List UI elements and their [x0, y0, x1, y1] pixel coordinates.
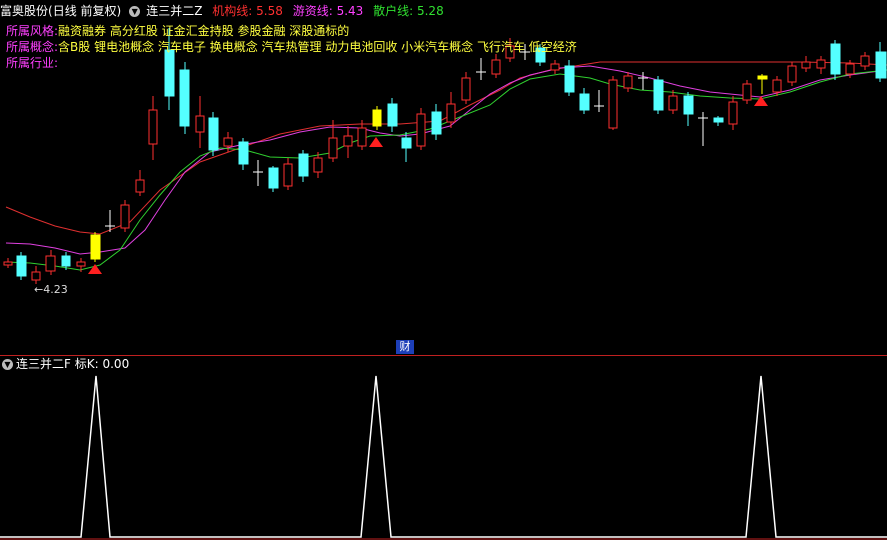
low-price-marker: ←4.23	[34, 283, 68, 296]
institution-line	[5, 61, 887, 235]
retail-line	[5, 69, 887, 271]
hotmoney-line	[5, 65, 887, 255]
hotmoney-line-label: 游资线: 5.43	[292, 4, 364, 18]
concept-label: 所属概念:	[6, 40, 59, 54]
industry-label: 所属行业:	[6, 56, 59, 70]
style-value: 融资融券 高分红股 证金汇金持股 参股金融 深股通标的	[58, 24, 350, 38]
style-label: 所属风格:	[6, 24, 59, 38]
candles	[3, 28, 887, 284]
finance-badge[interactable]: 财	[396, 340, 414, 354]
sub-panel-value-label: 标K:	[74, 357, 99, 371]
indicator-name: 连三并二Z	[146, 4, 203, 18]
chart-period: (日线 前复权)	[48, 4, 122, 18]
style-row: 所属风格:融资融券 高分红股 证金汇金持股 参股金融 深股通标的	[6, 24, 349, 38]
sub-panel-value: 0.00	[102, 357, 130, 371]
chart-header: 富奥股份(日线 前复权) ▼ 连三并二Z 机构线: 5.58 游资线: 5.43 散…	[0, 3, 450, 19]
signal-arrow-2	[369, 137, 383, 147]
chart-canvas	[0, 28, 887, 540]
chevron-down-icon[interactable]: ▼	[2, 359, 13, 370]
concept-row: 所属概念:含B股 锂电池概念 汽车电子 换电概念 汽车热管理 动力电池回收 小米…	[6, 40, 577, 54]
chevron-down-icon[interactable]: ▼	[129, 6, 141, 17]
stock-name: 富奥股份	[0, 4, 49, 18]
institution-line-label: 机构线: 5.58	[212, 4, 283, 18]
concept-value: 含B股 锂电池概念 汽车电子 换电概念 汽车热管理 动力电池回收 小米汽车概念 …	[58, 40, 577, 54]
sub-panel-header: ▼ 连三并二F 标K: 0.00	[0, 357, 129, 371]
signal-spike-line	[0, 375, 887, 538]
sub-panel-title: 连三并二F	[16, 357, 71, 371]
retail-line-label: 散户线: 5.28	[373, 4, 444, 18]
industry-row: 所属行业:	[6, 56, 58, 70]
